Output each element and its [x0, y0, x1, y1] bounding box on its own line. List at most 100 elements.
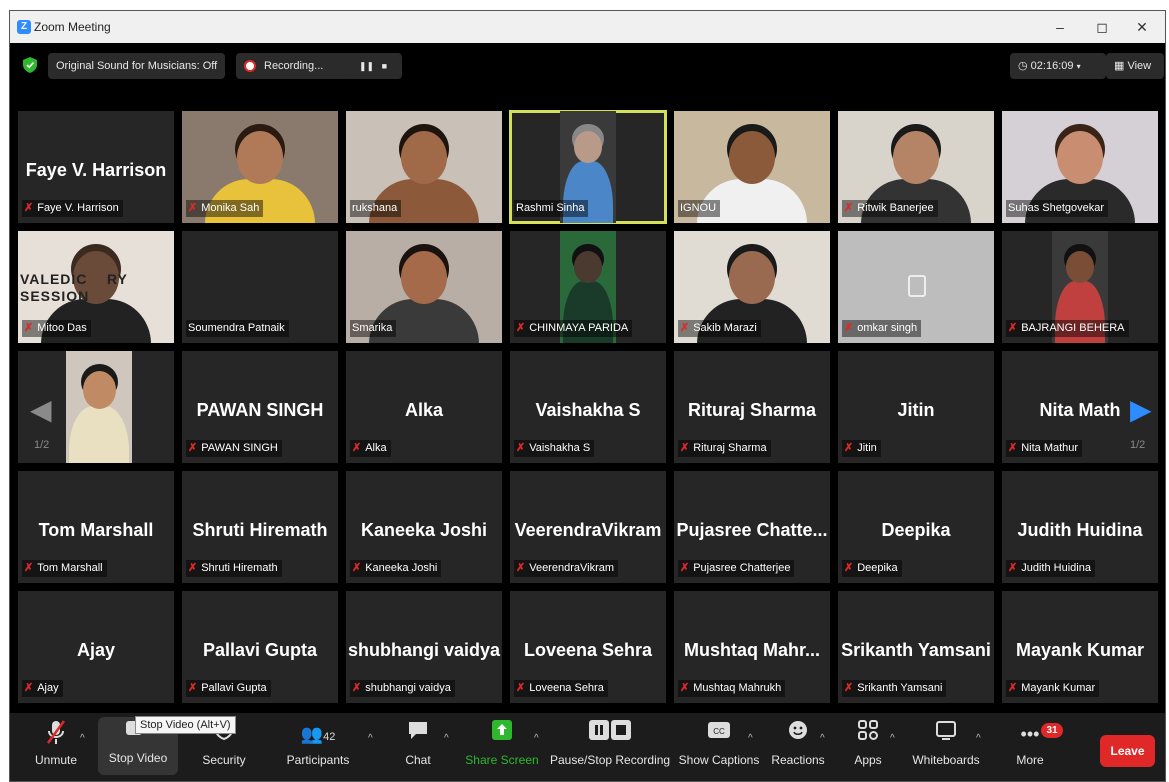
previous-page-arrow-icon[interactable]: ◀	[30, 393, 52, 426]
chat-caret-icon[interactable]: ^	[444, 733, 449, 744]
participant-tile[interactable]: ✗ omkar singh	[838, 231, 994, 343]
stop-video-label: Stop Video	[108, 751, 168, 765]
clock-icon: ◷	[1018, 60, 1028, 72]
show-captions-label: Show Captions	[678, 753, 760, 767]
participant-tile[interactable]: Rituraj Sharma ✗ Rituraj Sharma	[674, 351, 830, 463]
whiteboard-icon	[906, 719, 986, 749]
participant-display-name: Vaishakha S	[535, 400, 641, 421]
reactions-caret-icon[interactable]: ^	[820, 733, 825, 744]
participant-tile[interactable]: VALEDIC RY SESSION ✗ Mitoo Das	[18, 231, 174, 343]
pause-stop-recording-label: Pause/Stop Recording	[550, 753, 671, 767]
close-button[interactable]: ✕	[1128, 17, 1156, 37]
participant-tile[interactable]: Alka ✗ Alka	[346, 351, 502, 463]
participant-tile[interactable]: Pujasree Chatte... ✗ Pujasree Chatterjee	[674, 471, 830, 583]
participant-display-name: VeerendraVikram	[514, 520, 662, 541]
apps-button[interactable]: Apps	[828, 719, 908, 767]
share-screen-label: Share Screen	[465, 753, 539, 767]
pause-recording-button[interactable]: ❚❚	[359, 61, 374, 71]
view-button[interactable]: ▦ View	[1106, 53, 1164, 79]
participants-caret-icon[interactable]: ^	[368, 733, 373, 744]
meeting-timer[interactable]: ◷ 02:16:09 ▾	[1010, 53, 1106, 79]
participant-name: IGNOU	[680, 202, 717, 214]
reactions-button[interactable]: Reactions	[758, 719, 838, 767]
participant-tile[interactable]: Rashmi Sinha	[509, 110, 667, 224]
muted-mic-icon: ✗	[680, 442, 690, 454]
muted-mic-icon: ✗	[188, 202, 198, 214]
captions-caret-icon[interactable]: ^	[748, 733, 753, 744]
share-screen-button[interactable]: Share Screen	[462, 719, 542, 767]
participant-tile[interactable]: Mayank Kumar ✗ Mayank Kumar	[1002, 591, 1158, 703]
participant-name: Kaneeka Joshi	[365, 562, 438, 574]
original-sound-toggle[interactable]: Original Sound for Musicians: Off	[48, 53, 226, 79]
participants-button[interactable]: 👥42 Participants	[278, 719, 358, 767]
security-label: Security	[202, 753, 246, 767]
muted-mic-icon: ✗	[844, 202, 854, 214]
muted-mic-icon: ✗	[352, 442, 362, 454]
participant-name: Monika Sah	[201, 202, 260, 214]
maximize-button[interactable]: ◻	[1088, 17, 1116, 37]
participant-tile[interactable]: Kaneeka Joshi ✗ Kaneeka Joshi	[346, 471, 502, 583]
encryption-shield-icon[interactable]	[23, 57, 37, 73]
participant-tile[interactable]: Tom Marshall ✗ Tom Marshall	[18, 471, 174, 583]
participant-tile[interactable]: Shruti Hiremath ✗ Shruti Hiremath	[182, 471, 338, 583]
participant-tile[interactable]: ✗ CHINMAYA PARIDA	[510, 231, 666, 343]
zoom-window: Z Zoom Meeting – ◻ ✕ Original Sound for …	[9, 10, 1166, 782]
participant-tile[interactable]: Deepika ✗ Deepika	[838, 471, 994, 583]
whiteboards-caret-icon[interactable]: ^	[976, 733, 981, 744]
minimize-button[interactable]: –	[1046, 17, 1074, 37]
participant-tile[interactable]: Faye V. Harrison ✗ Faye V. Harrison	[18, 111, 174, 223]
pause-stop-recording-button[interactable]: Pause/Stop Recording	[550, 719, 670, 767]
view-label: View	[1127, 60, 1152, 72]
participant-tile[interactable]: IGNOU	[674, 111, 830, 223]
valedictory-banner-text: VALEDIC RY SESSION	[20, 271, 128, 304]
participant-tile[interactable]: Loveena Sehra ✗ Loveena Sehra	[510, 591, 666, 703]
next-page-arrow-icon[interactable]: ▶	[1130, 393, 1152, 426]
participant-tile[interactable]: Vaishakha S ✗ Vaishakha S	[510, 351, 666, 463]
participant-name: Deepika	[857, 562, 898, 574]
participant-name-tag: rukshana	[350, 200, 402, 217]
participant-name: Jitin	[857, 442, 877, 454]
participant-display-name: Mayank Kumar	[1015, 640, 1145, 661]
whiteboards-button[interactable]: Whiteboards	[906, 719, 986, 767]
stop-recording-button[interactable]: ■	[382, 61, 387, 71]
participant-tile[interactable]: Ajay ✗ Ajay	[18, 591, 174, 703]
muted-mic-icon: ✗	[1008, 442, 1018, 454]
recording-label: Recording...	[264, 60, 324, 72]
participant-tile[interactable]: Suhas Shetgovekar	[1002, 111, 1158, 223]
participant-tile[interactable]: Mushtaq Mahr... ✗ Mushtaq Mahrukh	[674, 591, 830, 703]
video-feed	[66, 351, 132, 463]
participant-tile[interactable]: Jitin ✗ Jitin	[838, 351, 994, 463]
participant-tile[interactable]: VeerendraVikram ✗ VeerendraVikram	[510, 471, 666, 583]
participant-tile[interactable]: shubhangi vaidya ✗ shubhangi vaidya	[346, 591, 502, 703]
audio-options-caret-icon[interactable]: ^	[80, 733, 85, 744]
participant-name: shubhangi vaidya	[365, 682, 451, 694]
participant-tile[interactable]: rukshana	[346, 111, 502, 223]
participant-tile[interactable]: Soumendra Patnaik	[182, 231, 338, 343]
participant-display-name: Pallavi Gupta	[202, 640, 318, 661]
more-notification-badge: 31	[1041, 723, 1063, 738]
apps-caret-icon[interactable]: ^	[890, 733, 895, 744]
participant-name: Suhas Shetgovekar	[1008, 202, 1105, 214]
participant-name-tag: ✗ shubhangi vaidya	[350, 680, 455, 697]
participant-tile[interactable]: Srikanth Yamsani ✗ Srikanth Yamsani	[838, 591, 994, 703]
participant-tile[interactable]: Judith Huidina ✗ Judith Huidina	[1002, 471, 1158, 583]
participant-tile[interactable]: ✗ BAJRANGI BEHERA	[1002, 231, 1158, 343]
participant-display-name: Tom Marshall	[38, 520, 154, 541]
leave-button[interactable]: Leave	[1100, 735, 1155, 767]
unmute-label: Unmute	[34, 753, 78, 767]
participant-name: Ritwik Banerjee	[857, 202, 934, 214]
participant-display-name: Shruti Hiremath	[192, 520, 328, 541]
participant-tile[interactable]: ✗ Ritwik Banerjee	[838, 111, 994, 223]
muted-mic-icon: ✗	[680, 562, 690, 574]
participant-video-silhouette	[66, 351, 132, 463]
meeting-top-bar: Original Sound for Musicians: Off Record…	[10, 51, 1165, 81]
participant-name-tag: ✗ Sakib Marazi	[678, 320, 761, 337]
share-screen-caret-icon[interactable]: ^	[534, 733, 539, 744]
participant-name: Pallavi Gupta	[201, 682, 267, 694]
participant-tile[interactable]: Smarika	[346, 231, 502, 343]
participant-tile[interactable]: ✗ Monika Sah	[182, 111, 338, 223]
page-indicator-left: 1/2	[34, 439, 50, 451]
participant-tile[interactable]: ✗ Sakib Marazi	[674, 231, 830, 343]
participant-tile[interactable]: Pallavi Gupta ✗ Pallavi Gupta	[182, 591, 338, 703]
participant-tile[interactable]: PAWAN SINGH ✗ PAWAN SINGH	[182, 351, 338, 463]
